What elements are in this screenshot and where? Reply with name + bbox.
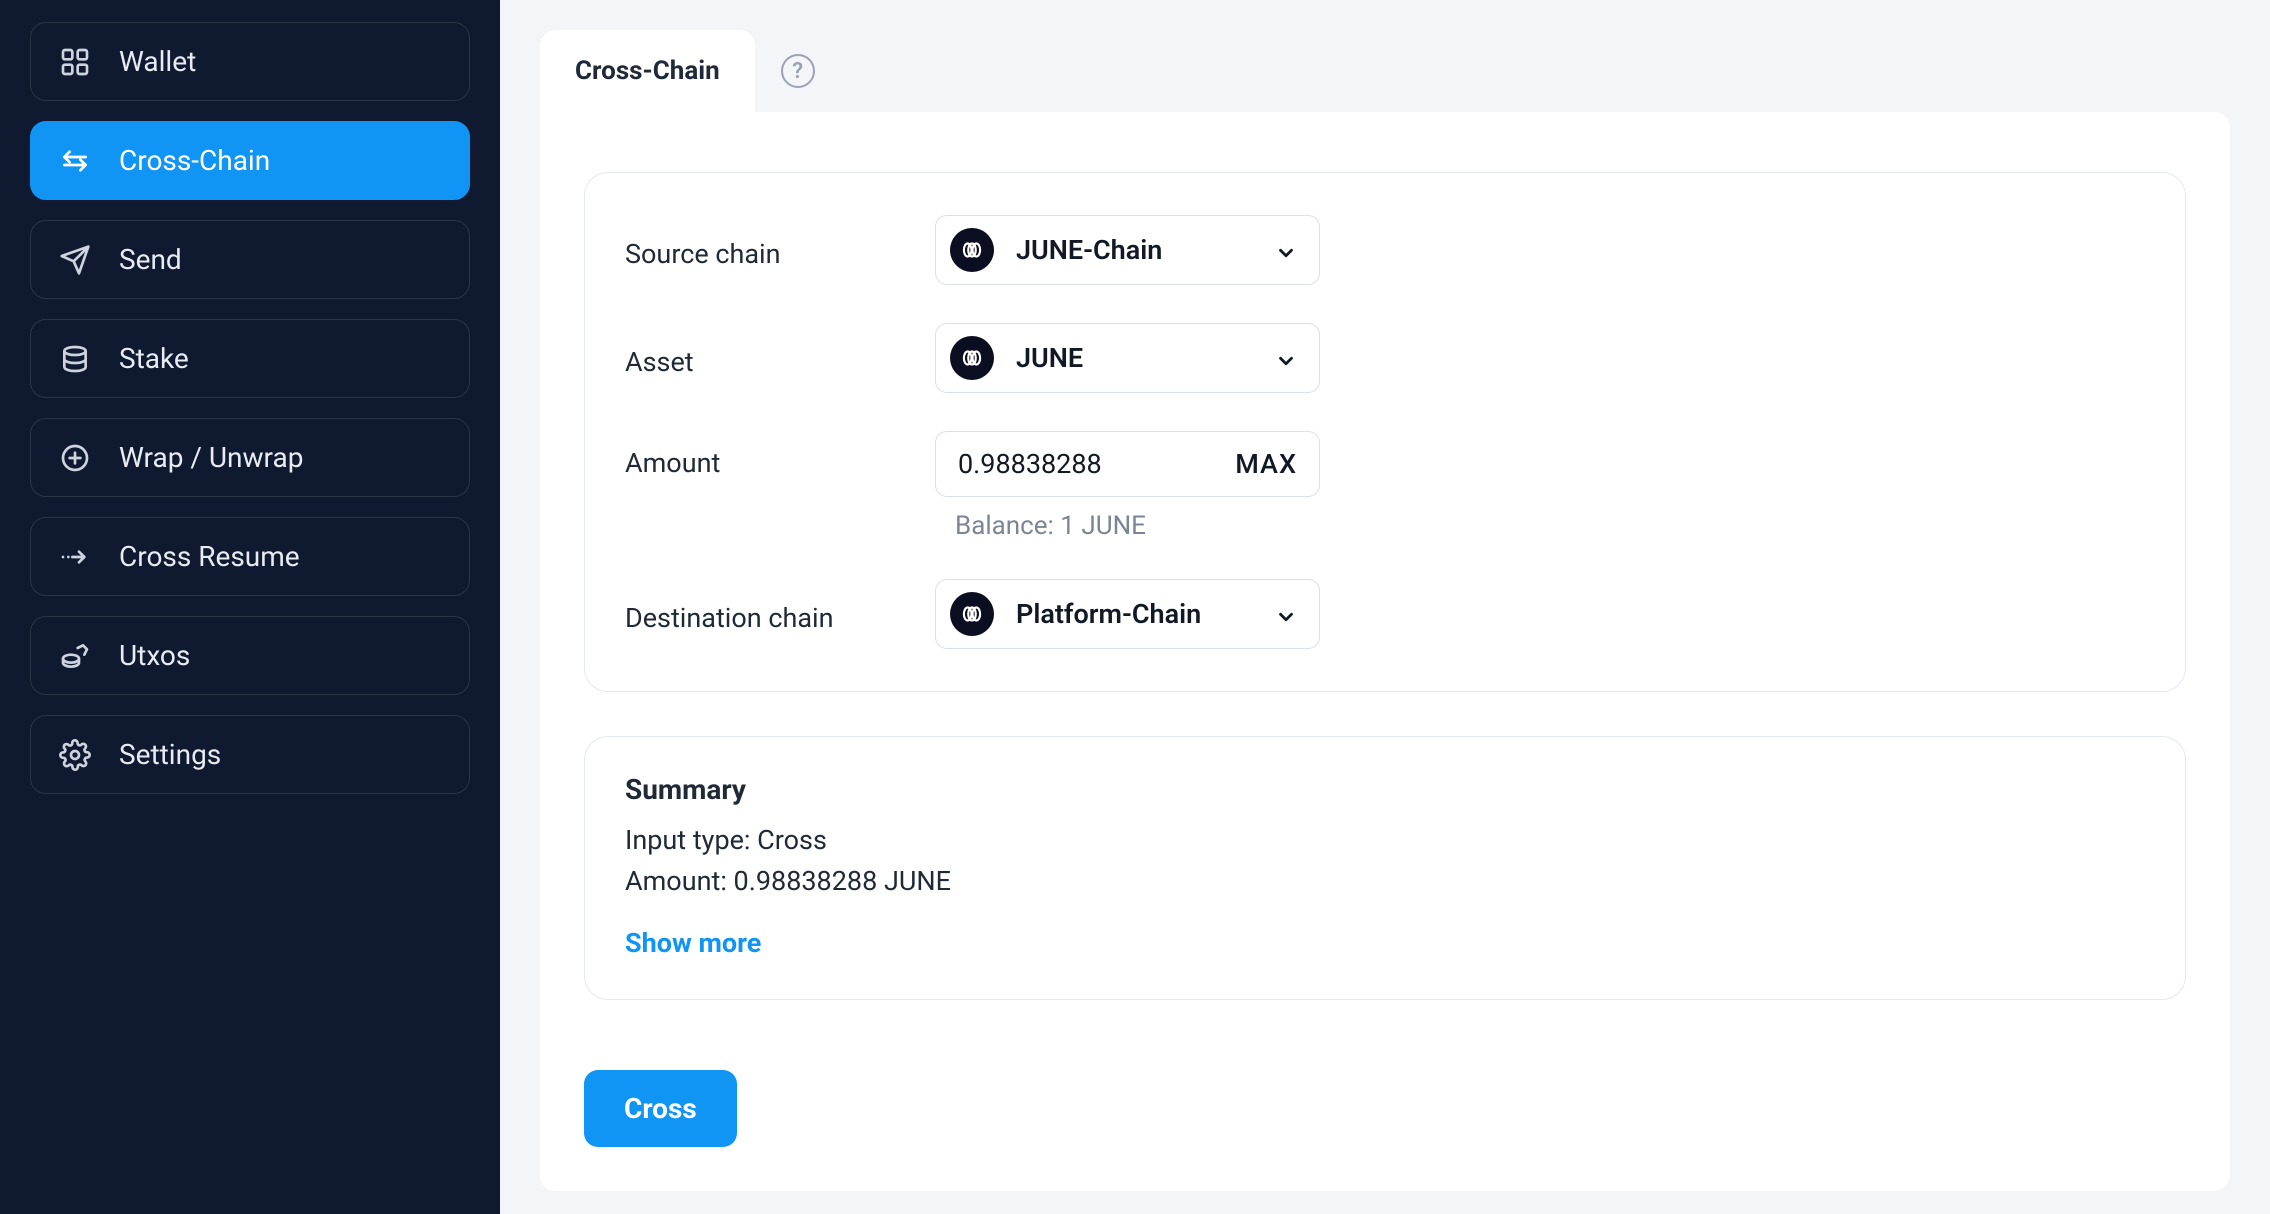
sidebar-item-label: Stake: [119, 342, 189, 375]
sidebar-item-stake[interactable]: Stake: [30, 319, 470, 398]
sidebar: Wallet Cross-Chain Send Stake Wrap / Unw…: [0, 0, 500, 1214]
destination-chain-select[interactable]: Platform-Chain: [935, 579, 1320, 649]
sidebar-item-cross-resume[interactable]: Cross Resume: [30, 517, 470, 596]
destination-chain-label: Destination chain: [625, 594, 935, 634]
sidebar-item-send[interactable]: Send: [30, 220, 470, 299]
chain-logo-icon: [950, 228, 994, 272]
source-chain-select[interactable]: JUNE-Chain: [935, 215, 1320, 285]
sidebar-item-cross-chain[interactable]: Cross-Chain: [30, 121, 470, 200]
summary-input-type: Input type: Cross: [625, 820, 2145, 861]
chevron-down-icon: [1275, 347, 1297, 369]
sidebar-item-label: Send: [119, 243, 182, 276]
card: Source chain JUNE-Chain Asset: [540, 112, 2230, 1191]
amount-value: 0.98838288: [958, 448, 1102, 480]
chevron-down-icon: [1275, 239, 1297, 261]
destination-chain-value: Platform-Chain: [1016, 598, 1201, 630]
send-icon: [59, 244, 91, 276]
swap-icon: [59, 145, 91, 177]
sidebar-item-settings[interactable]: Settings: [30, 715, 470, 794]
row-amount: Amount 0.98838288 MAX Balance: 1 JUNE: [625, 431, 2145, 541]
asset-label: Asset: [625, 338, 935, 378]
sidebar-item-utxos[interactable]: Utxos: [30, 616, 470, 695]
row-source-chain: Source chain JUNE-Chain: [625, 215, 2145, 285]
sidebar-item-label: Utxos: [119, 639, 190, 672]
action-row: Cross: [584, 1070, 2186, 1147]
grid-icon: [59, 46, 91, 78]
summary-panel: Summary Input type: Cross Amount: 0.9883…: [584, 736, 2186, 1000]
row-asset: Asset JUNE: [625, 323, 2145, 393]
max-button[interactable]: MAX: [1235, 448, 1297, 480]
chain-logo-icon: [950, 592, 994, 636]
tabs-row: Cross-Chain ?: [540, 30, 2230, 112]
asset-value: JUNE: [1016, 342, 1083, 374]
source-chain-label: Source chain: [625, 230, 935, 270]
help-icon[interactable]: ?: [781, 54, 815, 88]
asset-select[interactable]: JUNE: [935, 323, 1320, 393]
sidebar-item-label: Cross Resume: [119, 540, 300, 573]
balance-text: Balance: 1 JUNE: [935, 511, 1320, 541]
sidebar-item-label: Wallet: [119, 45, 196, 78]
cross-button[interactable]: Cross: [584, 1070, 737, 1147]
summary-amount: Amount: 0.98838288 JUNE: [625, 861, 2145, 902]
coins-icon: [59, 640, 91, 672]
amount-input[interactable]: 0.98838288 MAX: [935, 431, 1320, 497]
sidebar-item-label: Wrap / Unwrap: [119, 441, 303, 474]
row-destination-chain: Destination chain Platform-Chain: [625, 579, 2145, 649]
asset-logo-icon: [950, 336, 994, 380]
plus-circle-icon: [59, 442, 91, 474]
sidebar-item-label: Cross-Chain: [119, 144, 270, 177]
source-chain-value: JUNE-Chain: [1016, 234, 1162, 266]
gear-icon: [59, 739, 91, 771]
main-content: Cross-Chain ? Source chain JUNE-Chain As…: [500, 0, 2270, 1214]
tab-cross-chain[interactable]: Cross-Chain: [540, 30, 755, 112]
amount-label: Amount: [625, 431, 935, 479]
summary-title: Summary: [625, 773, 2145, 806]
sidebar-item-wrap-unwrap[interactable]: Wrap / Unwrap: [30, 418, 470, 497]
form-panel: Source chain JUNE-Chain Asset: [584, 172, 2186, 692]
arrow-right-dots-icon: [59, 541, 91, 573]
database-icon: [59, 343, 91, 375]
show-more-link[interactable]: Show more: [625, 927, 2145, 959]
sidebar-item-wallet[interactable]: Wallet: [30, 22, 470, 101]
sidebar-item-label: Settings: [119, 738, 221, 771]
chevron-down-icon: [1275, 603, 1297, 625]
